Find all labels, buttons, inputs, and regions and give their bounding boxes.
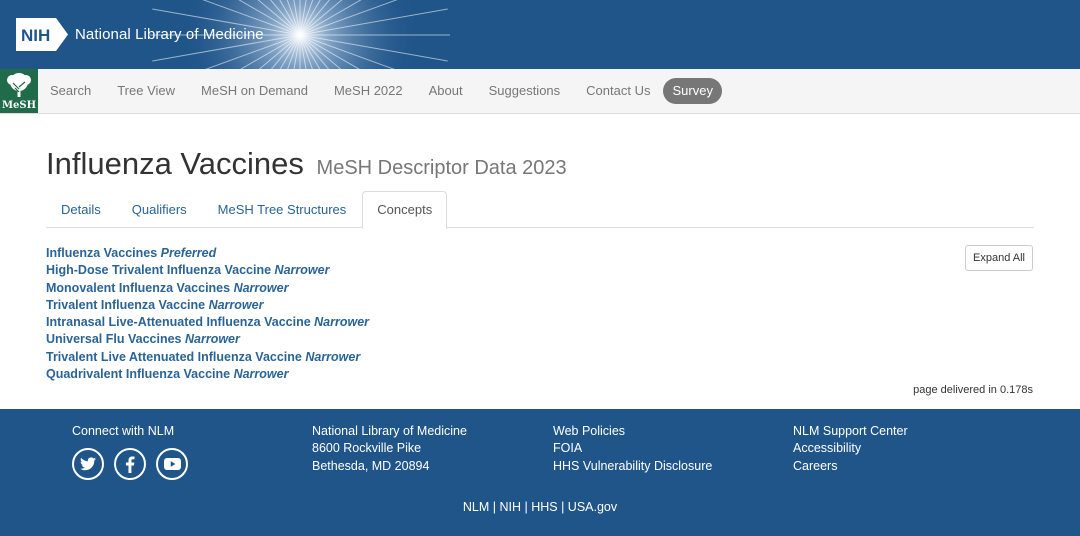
footer-link-hhs[interactable]: HHS [531,500,557,514]
nih-badge-text: NIH [21,26,50,45]
mesh-logo[interactable]: MeSH [0,69,38,113]
facebook-icon[interactable] [114,448,146,481]
footer-support: NLM Support Center Accessibility Careers [793,423,908,475]
nih-logo[interactable]: NIH National Library of Medicine [16,18,264,51]
nih-title: National Library of Medicine [75,26,264,43]
concept-item[interactable]: Influenza Vaccines Preferred [46,245,369,262]
nav-tree-view[interactable]: Tree View [104,69,188,113]
concept-item[interactable]: Trivalent Influenza Vaccine Narrower [46,297,369,314]
footer-connect: Connect with NLM [72,423,188,481]
footer-link-hhs-vulnerability[interactable]: HHS Vulnerability Disclosure [553,458,712,475]
concept-item[interactable]: High-Dose Trivalent Influenza Vaccine Na… [46,262,369,279]
concept-name: Trivalent Influenza Vaccine [46,297,206,312]
nav-suggestions[interactable]: Suggestions [476,69,574,113]
concept-relation: Narrower [208,297,264,312]
footer-bottom-links: NLM | NIH | HHS | USA.gov [462,500,618,514]
twitter-icon[interactable] [72,448,104,481]
tab-qualifiers[interactable]: Qualifiers [117,191,202,227]
footer-link-support-center[interactable]: NLM Support Center [793,423,908,440]
concept-name: Universal Flu Vaccines [46,332,182,347]
concept-list: Influenza Vaccines Preferred High-Dose T… [46,245,369,383]
concept-name: High-Dose Trivalent Influenza Vaccine [46,263,272,278]
address-line: 8600 Rockville Pike [312,441,422,456]
nav-contact-us[interactable]: Contact Us [573,69,663,113]
youtube-icon[interactable] [156,448,188,481]
concept-relation: Narrower [233,367,289,382]
footer-link-web-policies[interactable]: Web Policies [553,423,712,440]
nav-about[interactable]: About [416,69,476,113]
tab-details[interactable]: Details [46,191,116,227]
concept-name: Monovalent Influenza Vaccines [46,280,231,295]
nav-search[interactable]: Search [37,69,104,113]
footer-link-nih[interactable]: NIH [499,500,521,514]
expand-all-button[interactable]: Expand All [965,245,1033,271]
concept-item[interactable]: Universal Flu Vaccines Narrower [46,331,369,348]
descriptor-title: Influenza Vaccines [46,146,304,181]
nav-mesh-on-demand[interactable]: MeSH on Demand [188,69,321,113]
concept-item[interactable]: Intranasal Live-Attenuated Influenza Vac… [46,314,369,331]
site-footer: Connect with NLM National Library of Med… [0,409,1080,536]
footer-link-usa-gov[interactable]: USA.gov [568,500,617,514]
concept-name: Influenza Vaccines [46,246,158,260]
concept-relation: Preferred [160,246,217,260]
concept-name: Quadrivalent Influenza Vaccine [46,367,231,382]
address-line: Bethesda, MD 20894 [312,458,430,473]
footer-link-accessibility[interactable]: Accessibility [793,440,908,457]
survey-button[interactable]: Survey [663,78,722,104]
concept-relation: Narrower [233,280,289,295]
footer-link-careers[interactable]: Careers [793,458,908,475]
page-subtitle: MeSH Descriptor Data 2023 [316,157,567,179]
nih-banner: NIH National Library of Medicine [0,0,1080,69]
concept-name: Intranasal Live-Attenuated Influenza Vac… [46,315,311,330]
connect-heading: Connect with NLM [72,424,175,438]
tree-icon [7,73,31,97]
concept-relation: Narrower [314,315,370,330]
footer-link-foia[interactable]: FOIA [553,440,712,457]
footer-address: National Library of Medicine 8600 Rockvi… [312,423,467,475]
descriptor-tabs: Details Qualifiers MeSH Tree Structures … [46,191,1034,229]
tab-mesh-tree-structures[interactable]: MeSH Tree Structures [203,191,362,227]
footer-link-nlm[interactable]: NLM [463,500,489,514]
nav-items: Search Tree View MeSH on Demand MeSH 202… [37,69,722,113]
concept-item[interactable]: Monovalent Influenza Vaccines Narrower [46,280,369,297]
concept-relation: Narrower [274,263,330,278]
nih-badge: NIH [16,18,68,51]
concept-relation: Narrower [184,332,240,347]
nav-mesh-2022[interactable]: MeSH 2022 [321,69,416,113]
social-links [72,448,188,481]
concept-name: Trivalent Live Attenuated Influenza Vacc… [46,349,302,364]
address-line[interactable]: National Library of Medicine [312,423,467,440]
concept-item[interactable]: Trivalent Live Attenuated Influenza Vacc… [46,349,369,366]
footer-policies: Web Policies FOIA HHS Vulnerability Disc… [553,423,712,475]
tab-concepts[interactable]: Concepts [362,191,448,229]
concept-item[interactable]: Quadrivalent Influenza Vaccine Narrower [46,366,369,383]
mesh-logo-text: MeSH [1,100,37,111]
main-nav: MeSH Search Tree View MeSH on Demand MeS… [0,69,1080,114]
page-title: Influenza Vaccines MeSH Descriptor Data … [46,146,567,182]
page-delivered-time: page delivered in 0.178s [913,384,1033,396]
concept-relation: Narrower [305,349,361,364]
